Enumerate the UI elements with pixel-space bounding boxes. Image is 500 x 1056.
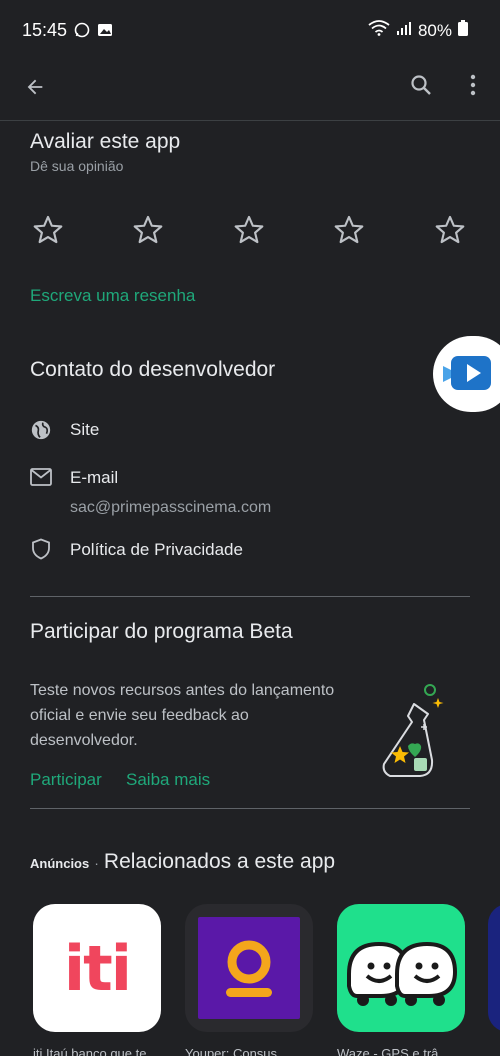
email-label: E-mail xyxy=(70,468,119,487)
rate-app-subtitle: Dê sua opinião xyxy=(30,158,124,174)
search-icon xyxy=(411,75,431,95)
floating-video-bubble[interactable] xyxy=(433,336,500,412)
signal-icon xyxy=(396,20,412,41)
search-button[interactable] xyxy=(400,64,442,106)
related-header: Anúncios · Relacionados a este app xyxy=(30,850,335,874)
status-indicators: 80% xyxy=(368,20,468,41)
app-name: iti Itaú banco que te... xyxy=(33,1046,158,1056)
video-play-icon xyxy=(443,356,491,390)
star-4-icon[interactable] xyxy=(332,213,366,252)
developer-email-row[interactable]: E-mail sac@primepasscinema.com xyxy=(0,462,420,522)
star-5-icon[interactable] xyxy=(433,213,467,252)
back-button[interactable] xyxy=(14,66,56,108)
battery-percent: 80% xyxy=(417,20,452,40)
related-apps-carousel: iti iti Itaú banco que te... Youper: Con… xyxy=(0,904,500,1056)
youper-app-icon xyxy=(185,904,313,1032)
waze-app-icon xyxy=(337,904,465,1032)
mail-icon xyxy=(30,468,52,491)
star-3-icon[interactable] xyxy=(232,213,266,252)
developer-contact-title: Contato do desenvolvedor xyxy=(30,358,276,381)
beta-description-line: desenvolvedor. xyxy=(30,732,138,749)
beta-title: Participar do programa Beta xyxy=(30,620,293,643)
beta-join-link[interactable]: Participar xyxy=(30,770,102,790)
beta-flask-illustration xyxy=(378,680,448,784)
related-app-card[interactable]: Waze - GPS e trâ... xyxy=(337,904,469,1056)
related-app-card[interactable]: iti iti Itaú banco que te... xyxy=(33,904,165,1056)
ads-label: Anúncios xyxy=(30,856,90,871)
whatsapp-icon xyxy=(74,22,90,43)
more-vert-icon xyxy=(470,74,476,96)
wifi-icon xyxy=(368,20,390,41)
developer-site-row[interactable]: Site xyxy=(0,412,420,448)
iti-app-icon: iti xyxy=(33,904,161,1032)
beta-description: Teste novos recursos antes do lançamento… xyxy=(30,678,370,753)
beta-description-line: Teste novos recursos antes do lançamento xyxy=(30,682,335,699)
dot-separator: · xyxy=(94,855,99,871)
arrow-back-icon xyxy=(27,79,43,95)
related-app-card-partial[interactable] xyxy=(488,904,500,1032)
app-name: Waze - GPS e trâ... xyxy=(337,1046,450,1056)
app-name: Youper: Consus... xyxy=(185,1046,288,1056)
site-label: Site xyxy=(70,420,100,439)
section-divider xyxy=(30,596,470,597)
globe-icon xyxy=(30,419,52,446)
star-2-icon[interactable] xyxy=(131,213,165,252)
email-value: sac@primepasscinema.com xyxy=(70,499,272,516)
top-app-bar xyxy=(0,62,500,121)
privacy-label: Política de Privacidade xyxy=(70,540,243,559)
related-title[interactable]: Relacionados a este app xyxy=(104,850,335,874)
star-1-icon[interactable] xyxy=(31,213,65,252)
more-options-button[interactable] xyxy=(452,64,494,106)
star-rating xyxy=(0,210,500,250)
related-app-card[interactable]: Youper: Consus... xyxy=(185,904,317,1056)
section-divider xyxy=(30,808,470,809)
write-review-link[interactable]: Escreva uma resenha xyxy=(30,286,195,306)
status-bar: 15:45 80% xyxy=(0,0,500,62)
gallery-icon xyxy=(97,22,113,43)
rate-app-title: Avaliar este app xyxy=(30,130,181,153)
beta-learn-more-link[interactable]: Saiba mais xyxy=(126,770,210,790)
beta-description-line: oficial e envie seu feedback ao xyxy=(30,707,249,724)
battery-icon xyxy=(458,20,468,41)
status-time: 15:45 xyxy=(22,20,68,40)
iti-logo-text: iti xyxy=(63,931,132,1005)
shield-icon xyxy=(31,538,51,565)
privacy-policy-row[interactable]: Política de Privacidade xyxy=(0,532,420,568)
